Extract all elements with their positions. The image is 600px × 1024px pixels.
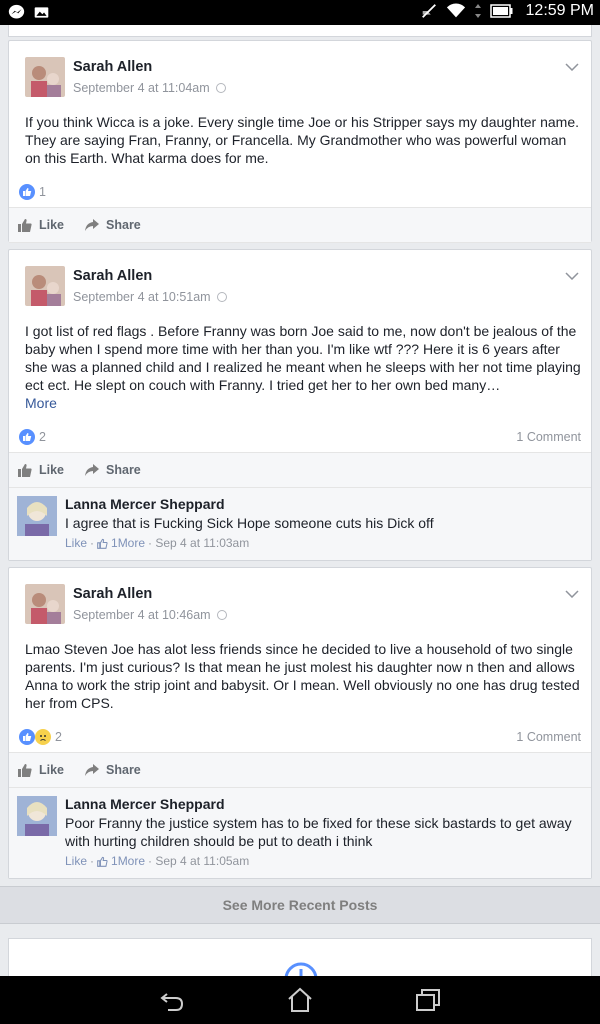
reaction-count: 1: [39, 185, 46, 199]
home-icon[interactable]: [286, 986, 314, 1014]
avatar[interactable]: [25, 57, 65, 97]
reaction-count: 2: [39, 430, 46, 444]
post-timestamp[interactable]: September 4 at 10:51am: [73, 290, 211, 304]
comment-meta: Like · 1More · Sep 4 at 11:05am: [65, 854, 250, 868]
thumbs-up-icon: [18, 764, 32, 777]
reactions-summary[interactable]: 2: [19, 728, 62, 746]
clock: 12:59 PM: [525, 2, 594, 19]
previous-post-stub: [8, 25, 592, 37]
mute-icon: [421, 4, 436, 18]
sad-reaction-icon: [35, 729, 51, 745]
reactions-summary[interactable]: 2: [19, 428, 46, 446]
comment-time: · Sep 4 at 11:03am: [148, 536, 250, 550]
post-timestamp[interactable]: September 4 at 10:46am: [73, 608, 211, 622]
comment-time: · Sep 4 at 11:05am: [148, 854, 250, 868]
share-button[interactable]: Share: [84, 462, 141, 478]
post-card: Sarah Allen September 4 at 10:46am Lmao …: [8, 567, 592, 879]
like-button[interactable]: Like: [17, 462, 64, 478]
like-reaction-icon: [19, 184, 35, 200]
like-button[interactable]: Like: [17, 217, 64, 233]
small-thumbs-up-icon: [97, 856, 108, 867]
post-action-bar: Like Share: [9, 752, 591, 788]
battery-icon: [489, 4, 513, 18]
share-button[interactable]: Share: [84, 762, 141, 778]
post-text: If you think Wicca is a joke. Every sing…: [25, 114, 580, 166]
messenger-icon: [8, 4, 25, 19]
share-arrow-icon: [85, 464, 100, 476]
avatar[interactable]: [25, 266, 65, 306]
commenter-avatar[interactable]: [17, 796, 57, 836]
post-meta: September 4 at 10:46am: [73, 608, 227, 622]
status-bar: 12:59 PM: [0, 0, 600, 25]
comment-meta: Like · 1More · Sep 4 at 11:03am: [65, 536, 250, 550]
chevron-down-icon[interactable]: [565, 272, 579, 280]
post-meta: September 4 at 11:04am: [73, 81, 226, 95]
post-author[interactable]: Sarah Allen: [73, 268, 152, 284]
post-text-body: I got list of red flags . Before Franny …: [25, 323, 581, 393]
comment-count[interactable]: 1 Comment: [516, 730, 581, 744]
chevron-down-icon[interactable]: [565, 590, 579, 598]
comment: Lanna Mercer Sheppard Poor Franny the ju…: [9, 788, 591, 878]
post-text: I got list of red flags . Before Franny …: [25, 322, 581, 412]
post-author[interactable]: Sarah Allen: [73, 59, 152, 75]
like-reaction-icon: [19, 729, 35, 745]
commenter-avatar[interactable]: [17, 496, 57, 536]
reactions-summary[interactable]: 1: [19, 183, 46, 201]
see-more-recent-posts-button[interactable]: See More Recent Posts: [0, 886, 600, 924]
like-button[interactable]: Like: [17, 762, 64, 778]
post-action-bar: Like Share: [9, 452, 591, 488]
see-more-link[interactable]: More: [25, 395, 57, 411]
post-timestamp[interactable]: September 4 at 11:04am: [73, 81, 210, 95]
post-card: Sarah Allen September 4 at 10:51am I got…: [8, 249, 592, 561]
chevron-down-icon[interactable]: [565, 63, 579, 71]
public-globe-icon: [216, 610, 227, 620]
post-author[interactable]: Sarah Allen: [73, 586, 152, 602]
recent-apps-icon[interactable]: [414, 986, 442, 1014]
thumbs-up-icon: [18, 464, 32, 477]
post-text: Lmao Steven Joe has alot less friends si…: [25, 641, 580, 711]
back-icon[interactable]: [158, 986, 186, 1014]
system-nav-bar: [0, 976, 600, 1024]
share-arrow-icon: [85, 764, 100, 776]
comment-like-link[interactable]: Like: [65, 854, 87, 868]
comment-text: I agree that is Fucking Sick Hope someon…: [65, 515, 434, 531]
commenter-name[interactable]: Lanna Mercer Sheppard: [65, 796, 225, 812]
avatar[interactable]: [25, 584, 65, 624]
comment-text: Poor Franny the justice system has to be…: [65, 815, 572, 849]
post-meta: September 4 at 10:51am: [73, 290, 227, 304]
comment-count[interactable]: 1 Comment: [516, 430, 581, 444]
post-action-bar: Like Share: [9, 207, 591, 243]
thumbs-up-icon: [18, 219, 32, 232]
comment-more-link[interactable]: 1More: [111, 854, 145, 868]
comment: Lanna Mercer Sheppard I agree that is Fu…: [9, 488, 591, 560]
like-reaction-icon: [19, 429, 35, 445]
post-card: Sarah Allen September 4 at 11:04am If yo…: [8, 40, 592, 243]
commenter-name[interactable]: Lanna Mercer Sheppard: [65, 496, 225, 512]
comment-more-link[interactable]: 1More: [111, 536, 145, 550]
share-button[interactable]: Share: [84, 217, 141, 233]
share-arrow-icon: [85, 219, 100, 231]
gallery-icon: [34, 7, 49, 18]
next-card-partial: [8, 938, 592, 978]
wifi-icon: [446, 3, 465, 18]
public-globe-icon: [215, 83, 226, 93]
small-thumbs-up-icon: [97, 538, 108, 549]
comment-like-link[interactable]: Like: [65, 536, 87, 550]
public-globe-icon: [216, 292, 227, 302]
reaction-count: 2: [55, 730, 62, 744]
signal-arrows-icon: [474, 4, 481, 18]
